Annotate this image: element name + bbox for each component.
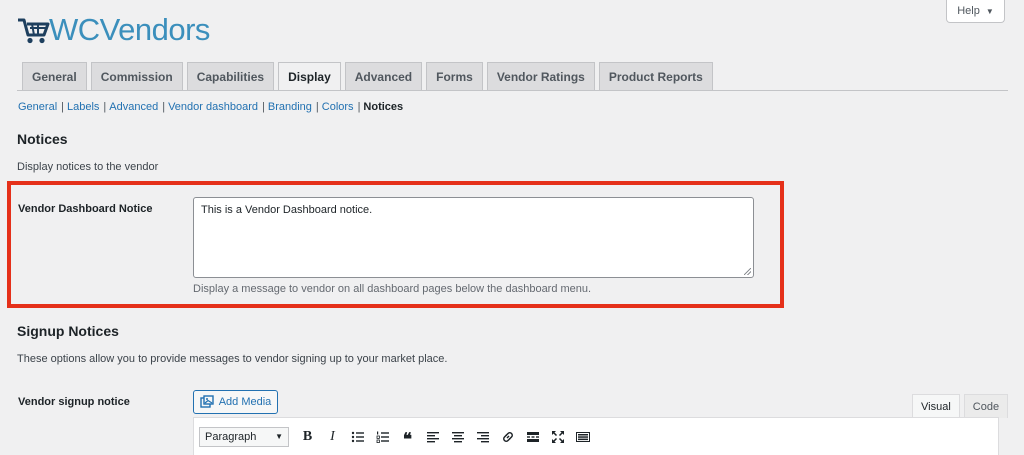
tabs-divider: [17, 90, 1008, 91]
highlight-box: [7, 181, 784, 308]
fullscreen-icon: [551, 430, 564, 443]
subnav-colors[interactable]: Colors: [322, 101, 354, 113]
bold-button[interactable]: B: [295, 427, 320, 447]
numbered-list-button[interactable]: [370, 427, 395, 447]
align-left-button[interactable]: [420, 427, 445, 447]
italic-button[interactable]: I: [320, 427, 345, 447]
tab-visual[interactable]: Visual: [912, 394, 960, 418]
caret-down-icon: ▼: [985, 6, 994, 16]
align-left-icon: [426, 431, 439, 442]
link-icon: [502, 431, 513, 442]
numbered-list-icon: [376, 431, 389, 443]
read-more-button[interactable]: [520, 427, 545, 447]
help-label: Help: [957, 5, 980, 17]
display-subnav: General | Labels | Advanced | Vendor das…: [18, 101, 403, 113]
signup-notices-heading: Signup Notices: [17, 323, 119, 339]
settings-tabs: General Commission Capabilities Display …: [22, 62, 713, 91]
tab-advanced[interactable]: Advanced: [344, 62, 423, 90]
tab-capabilities[interactable]: Capabilities: [186, 62, 275, 90]
tab-code[interactable]: Code: [963, 394, 1009, 418]
format-select[interactable]: Paragraph ▼: [199, 426, 289, 447]
add-media-button[interactable]: Add Media: [193, 390, 278, 414]
vendor-signup-notice-label: Vendor signup notice: [18, 396, 130, 408]
subnav-separator: |: [61, 101, 64, 113]
notices-description: Display notices to the vendor: [17, 161, 159, 173]
toolbar-toggle-button[interactable]: [570, 427, 595, 447]
add-media-label: Add Media: [218, 396, 272, 408]
signup-notices-description: These options allow you to provide messa…: [17, 353, 448, 365]
editor-mode-tabs: Visual Code: [912, 394, 1009, 418]
align-center-icon: [451, 431, 464, 442]
notices-heading: Notices: [17, 131, 68, 147]
blockquote-icon: ❝: [402, 429, 413, 449]
tab-general[interactable]: General: [22, 62, 87, 90]
subnav-separator: |: [315, 101, 319, 113]
tab-vendor-ratings[interactable]: Vendor Ratings: [486, 62, 595, 90]
subnav-notices-current: Notices: [363, 101, 404, 113]
shopping-cart-icon: [18, 18, 50, 44]
keyboard-icon: [575, 431, 590, 442]
bullet-list-icon: [351, 431, 364, 442]
tab-display[interactable]: Display: [278, 62, 341, 91]
align-right-button[interactable]: [470, 427, 495, 447]
tab-product-reports[interactable]: Product Reports: [598, 62, 713, 90]
editor-toolbar: Paragraph ▼ B I ❝: [193, 417, 999, 455]
subnav-general[interactable]: General: [18, 101, 57, 113]
subnav-separator: |: [357, 101, 361, 113]
insert-link-button[interactable]: [495, 427, 520, 447]
align-right-icon: [476, 431, 489, 442]
subnav-separator: |: [262, 101, 265, 113]
subnav-advanced[interactable]: Advanced: [109, 101, 158, 113]
media-icon: [200, 395, 214, 408]
subnav-vendor-dashboard[interactable]: Vendor dashboard: [168, 101, 258, 113]
subnav-labels[interactable]: Labels: [67, 101, 99, 113]
align-center-button[interactable]: [445, 427, 470, 447]
help-button[interactable]: Help ▼: [946, 0, 1005, 23]
tab-forms[interactable]: Forms: [426, 62, 483, 90]
tab-commission[interactable]: Commission: [90, 62, 183, 90]
bullet-list-button[interactable]: [345, 427, 370, 447]
bold-icon: B: [302, 428, 313, 444]
italic-icon: I: [330, 428, 335, 444]
wcvendors-logo: WCVendors: [17, 12, 210, 48]
fullscreen-button[interactable]: [545, 427, 570, 447]
subnav-branding[interactable]: Branding: [268, 101, 312, 113]
subnav-separator: |: [103, 101, 107, 113]
brand-name: WCVendors: [49, 12, 210, 47]
caret-down-icon: ▼: [275, 432, 283, 441]
blockquote-button[interactable]: ❝: [395, 427, 420, 449]
read-more-icon: [526, 431, 539, 442]
format-select-value: Paragraph: [205, 430, 257, 443]
subnav-separator: |: [162, 101, 166, 113]
